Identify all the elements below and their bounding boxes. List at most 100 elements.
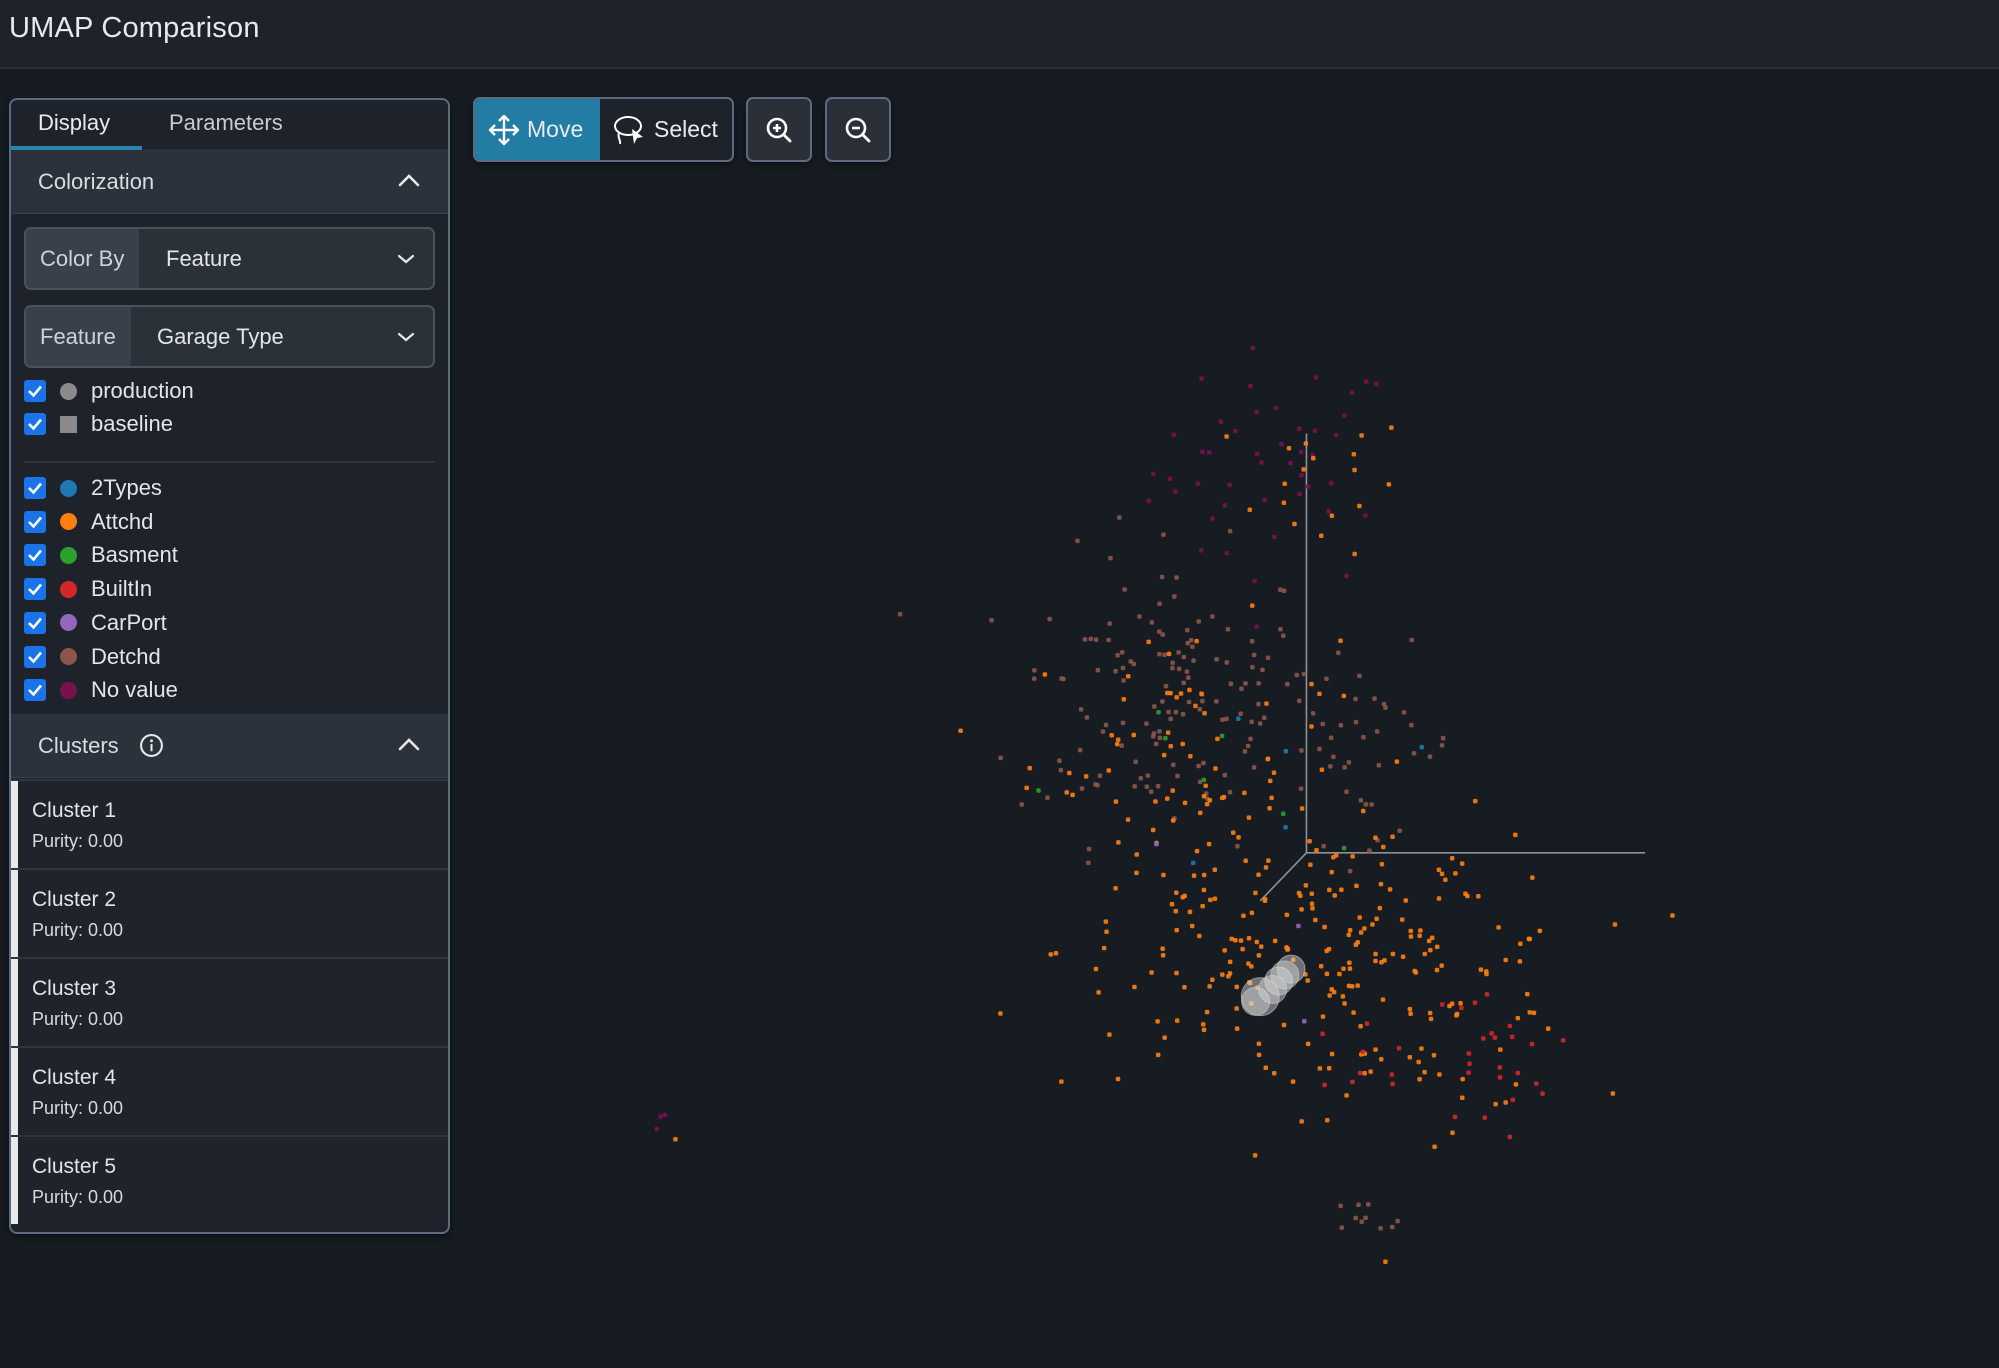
data-point-attchd — [1373, 951, 1378, 957]
color-swatch-icon — [60, 614, 77, 632]
data-point-attchd — [1460, 1076, 1465, 1082]
data-point-detchd — [1257, 721, 1263, 726]
select-label: Select — [654, 116, 718, 142]
clusters-section-header[interactable]: Clusters — [11, 714, 448, 778]
data-point-detchd — [1328, 764, 1333, 769]
data-point-attchd — [1227, 971, 1233, 976]
data-point-attchd — [1324, 971, 1330, 977]
zoom-in-icon — [766, 117, 792, 142]
category-checkbox[interactable] — [24, 477, 46, 499]
category-checkbox[interactable] — [24, 611, 46, 634]
tab-parameters[interactable]: Parameters — [169, 110, 283, 136]
clusters-title: Clusters — [38, 733, 119, 758]
check-icon — [28, 516, 42, 529]
dataset-item-baseline[interactable]: baseline — [24, 411, 173, 437]
zoom-out-button[interactable] — [825, 97, 891, 162]
data-point-detchd — [1151, 731, 1157, 736]
data-point-detchd — [1173, 709, 1179, 715]
dataset-item-production[interactable]: production — [24, 378, 194, 404]
cluster-item[interactable]: Cluster 2 Purity: 0.00 — [11, 868, 448, 957]
chevron-up-icon[interactable] — [398, 172, 420, 188]
category-checkbox[interactable] — [24, 510, 46, 533]
data-point-detchd — [1278, 627, 1283, 632]
color-swatch-icon — [60, 580, 77, 598]
data-point-builtin — [1360, 1049, 1366, 1055]
cluster-item[interactable]: Cluster 5 Purity: 0.00 — [11, 1135, 448, 1224]
data-point-detchd — [1078, 707, 1084, 712]
data-point-builtin — [1390, 1081, 1395, 1087]
data-point-2types — [1419, 744, 1425, 750]
data-point-no-value — [1344, 573, 1349, 579]
highlighted-sphere[interactable] — [1270, 960, 1300, 990]
data-point-detchd — [1170, 660, 1175, 666]
move-button[interactable]: Move — [475, 99, 600, 160]
data-point-attchd — [1478, 967, 1484, 972]
data-point-no-value — [1206, 450, 1212, 455]
data-point-detchd — [1185, 627, 1190, 633]
category-checkbox[interactable] — [24, 578, 46, 601]
color-by-label: Color By — [26, 229, 139, 288]
checkbox-baseline[interactable] — [24, 413, 46, 435]
cluster-purity: Purity: 0.00 — [32, 1098, 124, 1118]
data-point-builtin — [1509, 1034, 1515, 1040]
data-point-attchd — [1221, 794, 1227, 800]
data-point-detchd — [989, 617, 994, 623]
umap-scatter-plot[interactable] — [460, 170, 1999, 1368]
data-point-builtin — [1320, 1031, 1325, 1036]
data-point-attchd — [1379, 1057, 1384, 1062]
category-checkbox[interactable] — [24, 544, 46, 567]
category-checkbox[interactable] — [24, 645, 46, 668]
data-point-2types — [1283, 748, 1289, 754]
select-button[interactable]: Select — [600, 99, 732, 160]
data-point-attchd — [1309, 681, 1314, 687]
data-point-detchd — [1285, 682, 1290, 687]
data-point-attchd — [1165, 690, 1170, 696]
check-icon — [28, 684, 42, 697]
tab-display[interactable]: Display — [38, 110, 110, 136]
move-label: Move — [527, 116, 584, 142]
cluster-item[interactable]: Cluster 1 Purity: 0.00 — [11, 779, 448, 868]
cluster-color-bar — [11, 781, 18, 868]
data-point-attchd — [1212, 896, 1218, 902]
category-item[interactable]: Detchd — [24, 644, 161, 670]
data-point-attchd — [1096, 990, 1101, 995]
data-point-detchd — [1153, 741, 1159, 747]
category-item[interactable]: Attchd — [24, 509, 153, 535]
chevron-up-icon[interactable] — [398, 736, 420, 752]
category-item[interactable]: BuiltIn — [24, 576, 152, 602]
info-icon[interactable] — [139, 733, 164, 758]
data-point-attchd — [1106, 768, 1111, 773]
feature-select[interactable]: Feature Garage Type — [24, 305, 435, 368]
data-point-attchd — [1146, 639, 1151, 645]
data-point-no-value — [1259, 460, 1264, 465]
data-point-attchd — [1350, 854, 1355, 859]
data-point-detchd — [1331, 754, 1336, 759]
data-point-detchd — [1061, 676, 1066, 682]
checkbox-production[interactable] — [24, 380, 46, 402]
feature-value: Garage Type — [157, 324, 284, 349]
data-point-detchd — [1181, 680, 1186, 686]
data-point-builtin — [1364, 1021, 1370, 1026]
data-point-attchd — [1104, 929, 1109, 934]
data-point-detchd — [1372, 696, 1377, 701]
category-item[interactable]: No value — [24, 677, 178, 703]
data-point-detchd — [1106, 637, 1111, 643]
colorization-section-header[interactable]: Colorization — [11, 150, 448, 214]
category-item[interactable]: 2Types — [24, 475, 162, 501]
color-by-select[interactable]: Color By Feature — [24, 227, 435, 290]
data-point-attchd — [1325, 1117, 1330, 1123]
data-point-attchd — [1234, 1026, 1240, 1031]
category-item[interactable]: CarPort — [24, 610, 167, 636]
data-point-detchd — [1181, 654, 1187, 660]
category-checkbox[interactable] — [24, 679, 46, 702]
cluster-item[interactable]: Cluster 3 Purity: 0.00 — [11, 957, 448, 1046]
color-swatch-icon — [60, 479, 77, 497]
data-point-detchd — [1378, 1226, 1383, 1231]
zoom-in-button[interactable] — [746, 97, 812, 162]
data-point-attchd — [1064, 790, 1069, 795]
data-point-attchd — [1362, 926, 1367, 931]
cluster-item[interactable]: Cluster 4 Purity: 0.00 — [11, 1046, 448, 1135]
data-point-detchd — [1186, 675, 1191, 680]
data-point-attchd — [1354, 883, 1359, 889]
category-item[interactable]: Basment — [24, 542, 178, 568]
